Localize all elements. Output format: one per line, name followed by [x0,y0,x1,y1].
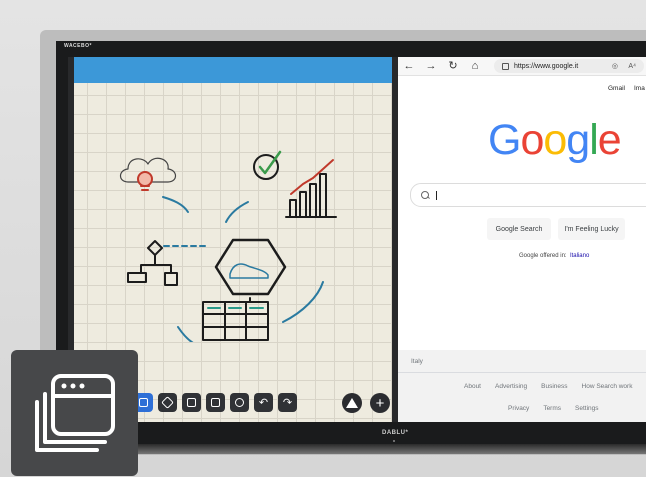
language-offer-text: Google offered in: [519,253,567,259]
redo-icon[interactable]: ↷ [278,393,297,412]
footer-link-how-search-works[interactable]: How Search work [582,383,633,390]
footer-row-2: Privacy Terms Settings [508,405,613,412]
images-link[interactable]: Ima [634,85,645,92]
multi-window-badge [11,350,138,476]
feeling-lucky-button[interactable]: I'm Feeling Lucky [558,218,625,240]
browser-toolbar: ← → ↻ ⌂ https://www.google.it ◎ A⁴ [398,57,646,76]
lock-icon [502,62,509,70]
power-led [393,440,395,442]
footer-country: Italy [411,358,423,365]
text-caret [436,190,437,200]
search-icon [421,191,429,199]
footer-divider [398,372,646,373]
logo-letter-0: G [488,116,521,164]
display-base [60,444,646,454]
reload-icon[interactable]: ↻ [442,57,464,75]
back-icon[interactable]: ← [398,57,420,75]
undo-icon[interactable]: ↶ [254,393,273,412]
screen: ↶ ↷ + ← → ↻ ⌂ https://www.google.it ◎ A⁴… [68,57,646,422]
whiteboard-right-tools: + [342,393,390,413]
brand-label-top: WACEBO* [64,43,92,49]
google-search-button[interactable]: Google Search [487,218,551,240]
google-logo: Google [488,115,622,165]
page-footer: Italy About Advertising Business How Search… [398,350,646,422]
whiteboard-top-bar [74,57,392,83]
brand-label-bottom: DABLU* [382,430,409,436]
eraser-icon[interactable] [158,393,177,412]
address-url: https://www.google.it [514,62,579,70]
whiteboard-toolbar: ↶ ↷ [134,393,297,412]
footer-link-settings[interactable]: Settings [575,405,599,412]
top-links: Gmail Ima [608,85,646,92]
bar-chart-sketch [285,173,337,218]
language-offer: Google offered in: Italiano [519,253,589,259]
logo-letter-2: o [543,116,567,164]
footer-row-1: About Advertising Business How Search work [464,383,646,390]
footer-link-privacy[interactable]: Privacy [508,405,529,412]
shoe-sketch [229,263,269,279]
search-input[interactable] [410,183,646,207]
logo-letter-3: g [566,116,590,164]
logo-letter-5: e [597,116,622,164]
home-icon[interactable]: ⌂ [464,57,486,75]
footer-link-terms[interactable]: Terms [543,405,561,412]
capture-icon[interactable] [206,393,225,412]
crop-icon[interactable] [182,393,201,412]
tracking-icon[interactable]: ◎ [612,62,618,70]
add-icon[interactable]: + [370,393,390,413]
read-aloud-icon[interactable]: A⁴ [628,63,636,70]
browser-window: ← → ↻ ⌂ https://www.google.it ◎ A⁴ Gmail… [398,57,646,422]
footer-link-advertising[interactable]: Advertising [495,383,527,390]
whiteboard-sketch [119,150,337,342]
bulb-sketch [137,171,153,187]
flowchart-sketch [127,240,178,286]
logo-letter-4: l [589,116,599,164]
gmail-link[interactable]: Gmail [608,85,625,92]
language-link-italiano[interactable]: Italiano [570,253,589,259]
address-bar[interactable]: https://www.google.it ◎ A⁴ [494,59,644,73]
lasso-icon[interactable] [230,393,249,412]
shapes-icon[interactable] [342,393,362,413]
footer-link-about[interactable]: About [464,383,481,390]
logo-letter-1: o [520,116,544,164]
multi-window-icon [35,374,115,452]
forward-icon[interactable]: → [420,57,442,75]
footer-link-business[interactable]: Business [541,383,567,390]
